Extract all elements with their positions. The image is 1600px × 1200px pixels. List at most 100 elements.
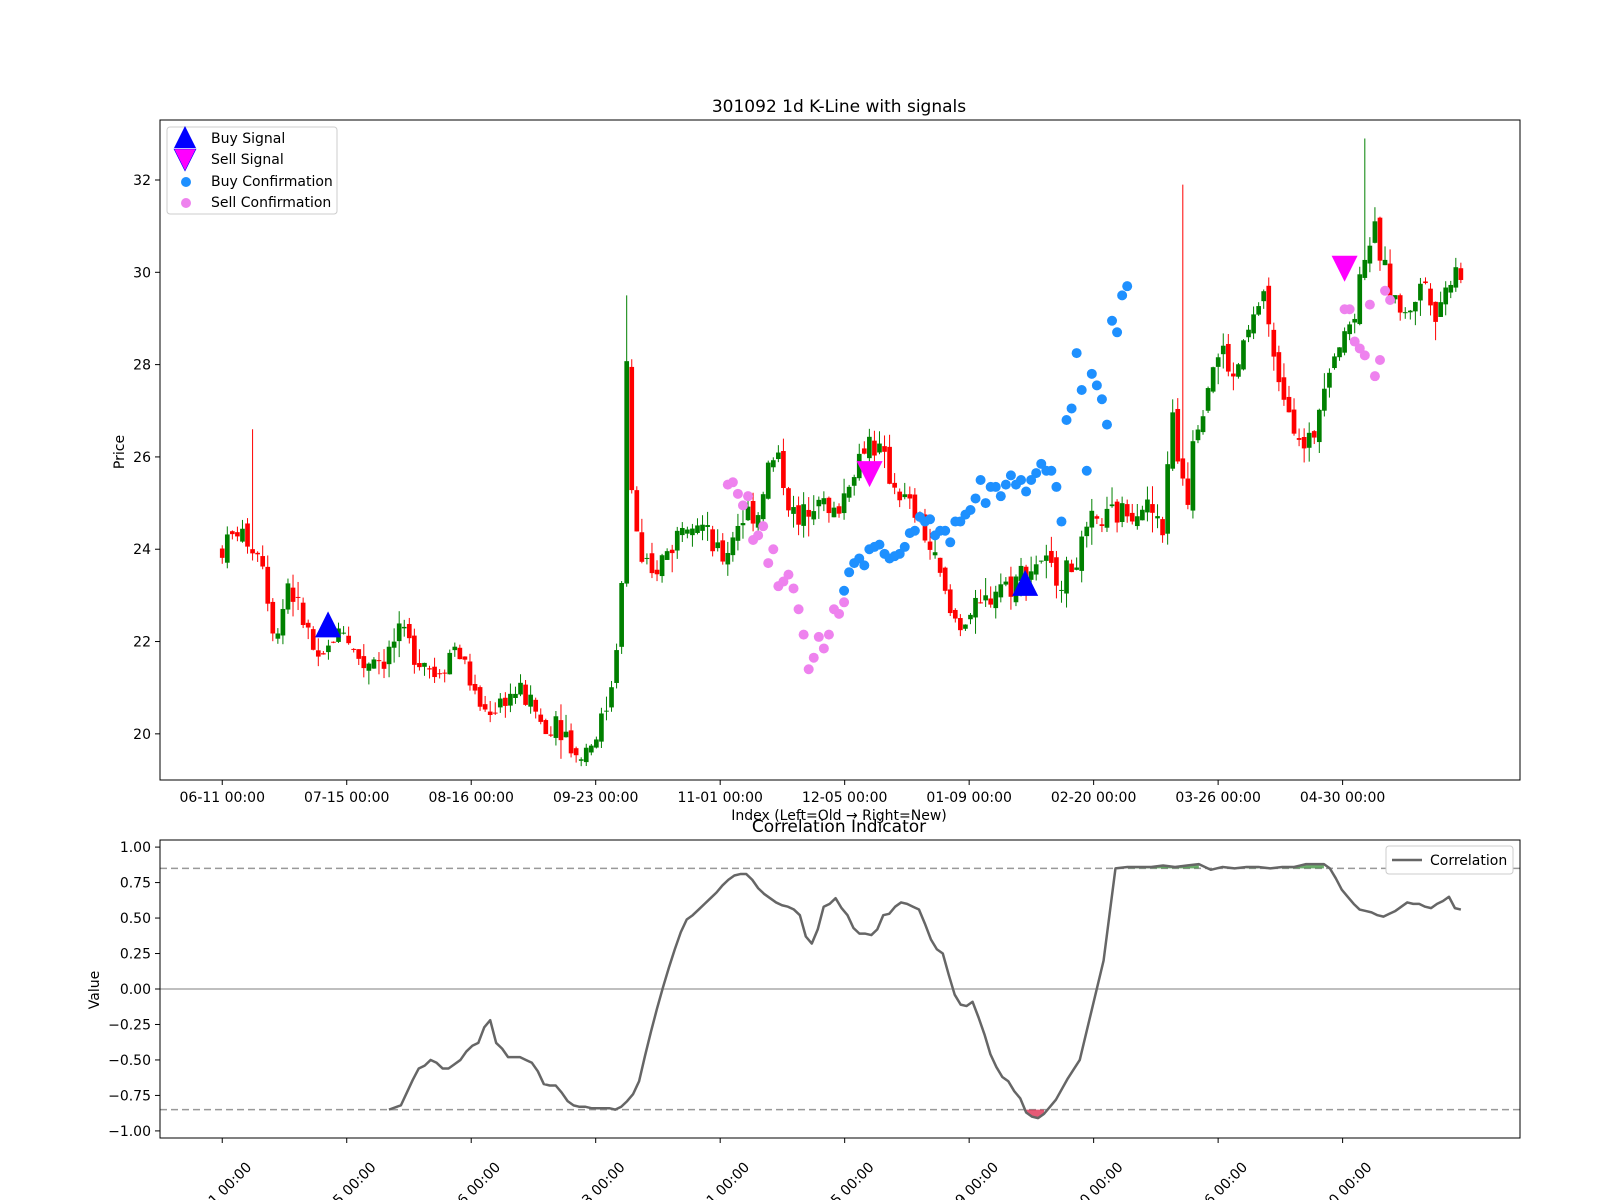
buy-confirmation-point [1122,281,1133,292]
sell-confirmation-point [1380,285,1391,296]
sell-confirmation-point [839,597,850,608]
candle-body [553,716,559,738]
candle-body [1316,409,1322,443]
x-tick-label: 08-16 00:00 [428,790,513,806]
candle-body [841,493,847,514]
legend-buy-signal-label: Buy Signal [211,131,285,147]
candle-body [629,366,635,491]
candle-body [437,673,442,675]
candle-body [1236,364,1241,377]
candle-body [230,531,235,535]
candle-body [341,632,346,634]
candle-body [1185,478,1191,505]
candle-body [285,583,291,610]
candle-body [770,460,776,468]
candle-body [1418,283,1423,301]
buy-confirmation-point [1112,327,1123,338]
candle-body [973,597,978,618]
candle-body [270,601,276,634]
correlation-marks [160,862,1520,1120]
legend-sell-signal-label: Sell Signal [211,152,284,168]
candle-body [791,507,796,514]
candle-body [250,549,255,554]
candle-body [1332,356,1337,369]
correlation-chart: Correlation Indicator −1.00 −0.75 −0.50 −0.… [87,817,1521,1200]
buy-confirmation-point [1076,385,1087,395]
candle-body [513,693,518,698]
candle-body [821,498,827,505]
candle-body [1094,516,1100,519]
candle-body [497,698,503,708]
candle-body [1443,287,1449,305]
candle-body [1433,301,1438,322]
y-tick-label: 32 [133,173,151,189]
candle-body [523,684,528,705]
candle-body [467,661,473,686]
candle-body [1453,267,1459,288]
candle-body [1155,516,1160,519]
candle-body [1099,524,1105,526]
x-tick-label: 02-20 00:00 [1051,790,1136,806]
buy-confirmation-point [925,514,936,525]
sell-signal-marker [1331,255,1358,282]
candle-body [427,668,432,670]
candle-body [235,532,240,537]
candle-body [1306,432,1312,448]
buy-confirmation-point [839,585,850,596]
candle-body [765,462,771,499]
candle-body [1438,302,1443,317]
candle-body [1140,509,1145,521]
sell-confirmation-point [727,477,738,488]
candle-body [1038,560,1044,562]
x-tick-label: 6 00:00 [1202,1160,1251,1200]
x-tick-label: 1 00:00 [704,1160,753,1200]
y-tick-label: 0.25 [120,947,151,963]
x-tick-label: 5 00:00 [828,1160,877,1200]
candle-body [583,747,589,763]
candle-body [417,663,422,668]
candle-body [305,622,311,628]
candle-body [599,713,604,742]
candle-body [528,694,533,707]
buy-confirmation-point [909,525,920,536]
candle-body [563,731,569,738]
candle-body [240,528,245,542]
candle-body [1129,512,1135,522]
buy-confirmation-point [874,539,885,550]
candle-body [1054,557,1059,586]
candle-body [1286,396,1292,413]
candle-body [376,660,382,662]
legend-buy-confirmation-icon [181,177,191,187]
candle-body [988,598,994,605]
candle-body [1322,388,1327,411]
candle-body [310,629,316,650]
candle-body [1074,567,1079,570]
candle-body [649,553,655,574]
candle-body [472,683,478,691]
correlation-y-label: Value [87,971,103,1009]
candle-body [1357,274,1363,325]
sell-confirmation-point [1374,355,1385,365]
candle-body [952,609,958,619]
sell-confirmation-point [1359,350,1370,361]
candle-body [290,587,296,602]
candle-body [1180,458,1186,479]
x-tick-label: 11-01 00:00 [677,790,762,806]
candle-body [1362,259,1368,278]
candle-body [356,649,362,659]
buy-confirmation-point [995,491,1006,502]
candle-body [679,527,685,536]
candle-body [700,524,705,531]
y-tick-label: 22 [133,635,151,651]
candle-body [1448,284,1454,293]
candle-body [1256,306,1261,315]
candle-body [720,540,726,562]
candle-body [1170,412,1176,469]
buy-confirmation-point [1091,380,1102,391]
candle-body [1377,217,1383,261]
candle-body [942,567,948,591]
candle-body [386,646,392,665]
candle-body [781,451,786,489]
candle-body [1205,388,1211,411]
candle-body [1347,324,1352,335]
